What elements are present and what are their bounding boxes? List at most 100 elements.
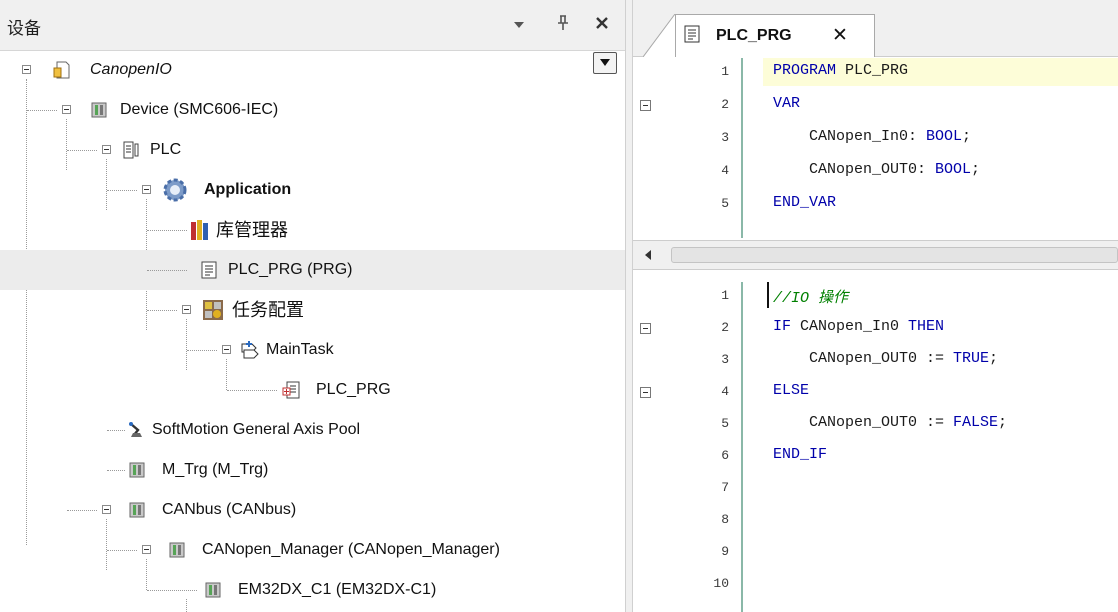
pin-icon[interactable] xyxy=(557,15,569,31)
scroll-left-icon[interactable] xyxy=(645,250,651,260)
library-icon xyxy=(191,220,208,240)
tree-item-label: PLC_PRG xyxy=(316,381,391,398)
tree-item-label: CANbus (CANbus) xyxy=(162,501,297,518)
code-line[interactable]: CANopen_In0: BOOL; xyxy=(773,128,971,145)
tree-item-label: Application xyxy=(204,181,292,198)
tree-item-label: CanopenIO xyxy=(90,61,172,78)
tree-item-task-plc-prg[interactable]: PLC_PRG xyxy=(0,370,625,410)
line-number: 3 xyxy=(721,130,729,145)
fold-toggle-icon[interactable] xyxy=(640,100,651,111)
code-token: ; xyxy=(989,350,999,367)
code-line[interactable]: ELSE xyxy=(773,382,809,399)
keyword-token: IF xyxy=(773,318,792,335)
line-number: 1 xyxy=(721,64,729,79)
line-number: 5 xyxy=(721,416,729,431)
code-line[interactable]: END_VAR xyxy=(773,194,836,211)
collapse-toggle-icon[interactable] xyxy=(222,345,231,354)
tree-item-plc-prg[interactable]: PLC_PRG (PRG) xyxy=(0,250,625,290)
line-number: 5 xyxy=(721,196,729,211)
code-line[interactable]: //IO 操作 xyxy=(773,286,848,307)
dropdown-arrow-icon[interactable] xyxy=(593,52,617,74)
collapse-toggle-icon[interactable] xyxy=(142,545,151,554)
code-line[interactable]: CANopen_OUT0 := TRUE; xyxy=(773,350,998,367)
tree-item-label: CANopen_Manager (CANopen_Manager) xyxy=(202,541,500,558)
tree-line xyxy=(107,550,137,551)
tree-item-label: PLC_PRG (PRG) xyxy=(228,261,353,278)
horizontal-scrollbar[interactable] xyxy=(633,240,1118,270)
code-token: CANopen_OUT0: xyxy=(773,161,936,178)
code-token: ; xyxy=(962,128,972,145)
devices-panel: 设备 CanopenIO Device (SMC606-IEC) PLC App… xyxy=(0,0,625,612)
collapse-toggle-icon[interactable] xyxy=(102,505,111,514)
collapse-toggle-icon[interactable] xyxy=(102,145,111,154)
code-token: ; xyxy=(998,414,1008,431)
keyword-token: END_IF xyxy=(773,446,828,463)
line-number: 1 xyxy=(721,288,729,303)
keyword-token: THEN xyxy=(908,318,945,335)
tab-plc-prg[interactable]: PLC_PRG ✕ xyxy=(675,14,875,57)
tree-item-canbus[interactable]: CANbus (CANbus) xyxy=(0,490,625,530)
collapse-toggle-icon[interactable] xyxy=(182,305,191,314)
tree-item-em32dx[interactable]: EM32DX_C1 (EM32DX-C1) xyxy=(0,570,625,610)
code-line[interactable]: IF CANopen_In0 THEN xyxy=(773,318,944,335)
keyword-token: END_VAR xyxy=(773,194,837,211)
line-number: 6 xyxy=(721,448,729,463)
code-line[interactable]: PROGRAM PLC_PRG xyxy=(773,62,908,79)
tree-item-canopenio[interactable]: CanopenIO xyxy=(0,50,625,90)
tree-item-label: MainTask xyxy=(266,341,334,358)
code-token: CANopen_OUT0 := xyxy=(773,414,954,431)
task-pou-icon xyxy=(282,381,300,399)
collapse-toggle-icon[interactable] xyxy=(142,185,151,194)
gutter-separator xyxy=(741,282,743,612)
line-number: 8 xyxy=(721,512,729,527)
code-token: CANopen_OUT0 := xyxy=(773,350,954,367)
comment-token: //IO 操作 xyxy=(773,290,849,307)
keyword-token: VAR xyxy=(773,95,801,112)
tree-line xyxy=(187,350,217,351)
tree-line xyxy=(67,150,97,151)
keyword-token: ELSE xyxy=(773,382,810,399)
devices-panel-header: 设备 xyxy=(0,0,625,51)
project-icon xyxy=(53,61,70,79)
code-line[interactable]: END_IF xyxy=(773,446,827,463)
fold-toggle-icon[interactable] xyxy=(640,387,651,398)
tree-item-device[interactable]: Device (SMC606-IEC) xyxy=(0,90,625,130)
close-icon[interactable]: ✕ xyxy=(832,24,848,47)
close-icon[interactable] xyxy=(596,17,608,29)
tree-item-label: Device (SMC606-IEC) xyxy=(120,101,279,118)
tab-edge xyxy=(643,14,679,57)
tree-line xyxy=(107,430,125,431)
tree-line xyxy=(67,510,97,511)
panel-splitter[interactable] xyxy=(625,0,633,612)
collapse-toggle-icon[interactable] xyxy=(22,65,31,74)
tab-label: PLC_PRG xyxy=(716,27,792,44)
keyword-token: FALSE xyxy=(953,414,999,431)
tree-line xyxy=(27,110,57,111)
device-icon xyxy=(91,102,107,118)
tree-item-canopen-manager[interactable]: CANopen_Manager (CANopen_Manager) xyxy=(0,530,625,570)
code-line[interactable]: VAR xyxy=(773,95,800,112)
device-tree: CanopenIO Device (SMC606-IEC) PLC Applic… xyxy=(0,50,625,612)
plc-icon xyxy=(123,141,139,159)
tree-line xyxy=(147,230,187,231)
line-number: 9 xyxy=(721,544,729,559)
pou-icon xyxy=(684,25,700,43)
tree-item-m-trg[interactable]: M_Trg (M_Trg) xyxy=(0,450,625,490)
tree-item-application[interactable]: Application xyxy=(0,170,625,210)
panel-menu-arrow-icon[interactable] xyxy=(514,22,524,28)
fold-toggle-icon[interactable] xyxy=(640,323,651,334)
tree-item-label: PLC xyxy=(150,141,182,158)
tree-item-library-manager[interactable]: 库管理器 xyxy=(0,210,625,250)
keyword-token: BOOL xyxy=(926,128,963,145)
keyword-token: TRUE xyxy=(953,350,990,367)
scrollbar-thumb[interactable] xyxy=(671,247,1118,263)
tree-item-task-config[interactable]: 任务配置 xyxy=(0,290,625,330)
tree-item-axis-pool[interactable]: SoftMotion General Axis Pool xyxy=(0,410,625,450)
device-icon xyxy=(205,582,221,598)
tree-item-maintask[interactable]: MainTask xyxy=(0,330,625,370)
code-line[interactable]: CANopen_OUT0: BOOL; xyxy=(773,161,980,178)
code-line[interactable]: CANopen_OUT0 := FALSE; xyxy=(773,414,1007,431)
collapse-toggle-icon[interactable] xyxy=(62,105,71,114)
tree-item-plc[interactable]: PLC xyxy=(0,130,625,170)
